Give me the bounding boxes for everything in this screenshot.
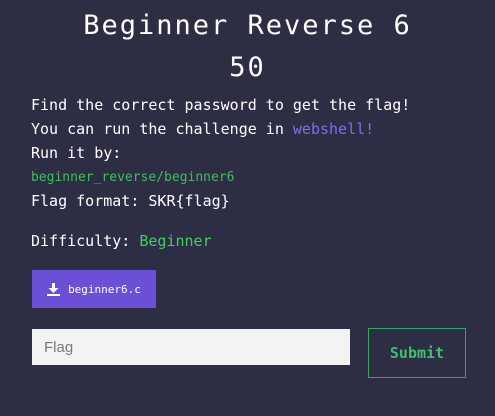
difficulty-value: Beginner — [139, 232, 212, 250]
difficulty-line: Difficulty: Beginner — [31, 229, 212, 253]
webshell-prefix: You can run the challenge in — [31, 120, 293, 138]
webshell-line: You can run the challenge in webshell! — [31, 117, 374, 141]
description-line: Find the correct password to get the fla… — [31, 96, 411, 114]
difficulty-label: Difficulty: — [31, 232, 140, 250]
submit-button[interactable]: Submit — [368, 328, 466, 378]
run-instruction: Run it by: — [31, 144, 122, 162]
challenge-points: 50 — [229, 52, 266, 83]
command-path: beginner_reverse/beginner6 — [31, 170, 235, 185]
download-label: beginner6.c — [68, 282, 141, 296]
flag-input[interactable] — [32, 329, 350, 365]
flag-format: Flag format: SKR{flag} — [31, 192, 230, 210]
challenge-title: Beginner Reverse 6 — [83, 10, 412, 41]
webshell-link[interactable]: webshell! — [293, 120, 374, 138]
download-icon — [47, 282, 61, 296]
download-file-button[interactable]: beginner6.c — [32, 270, 156, 308]
